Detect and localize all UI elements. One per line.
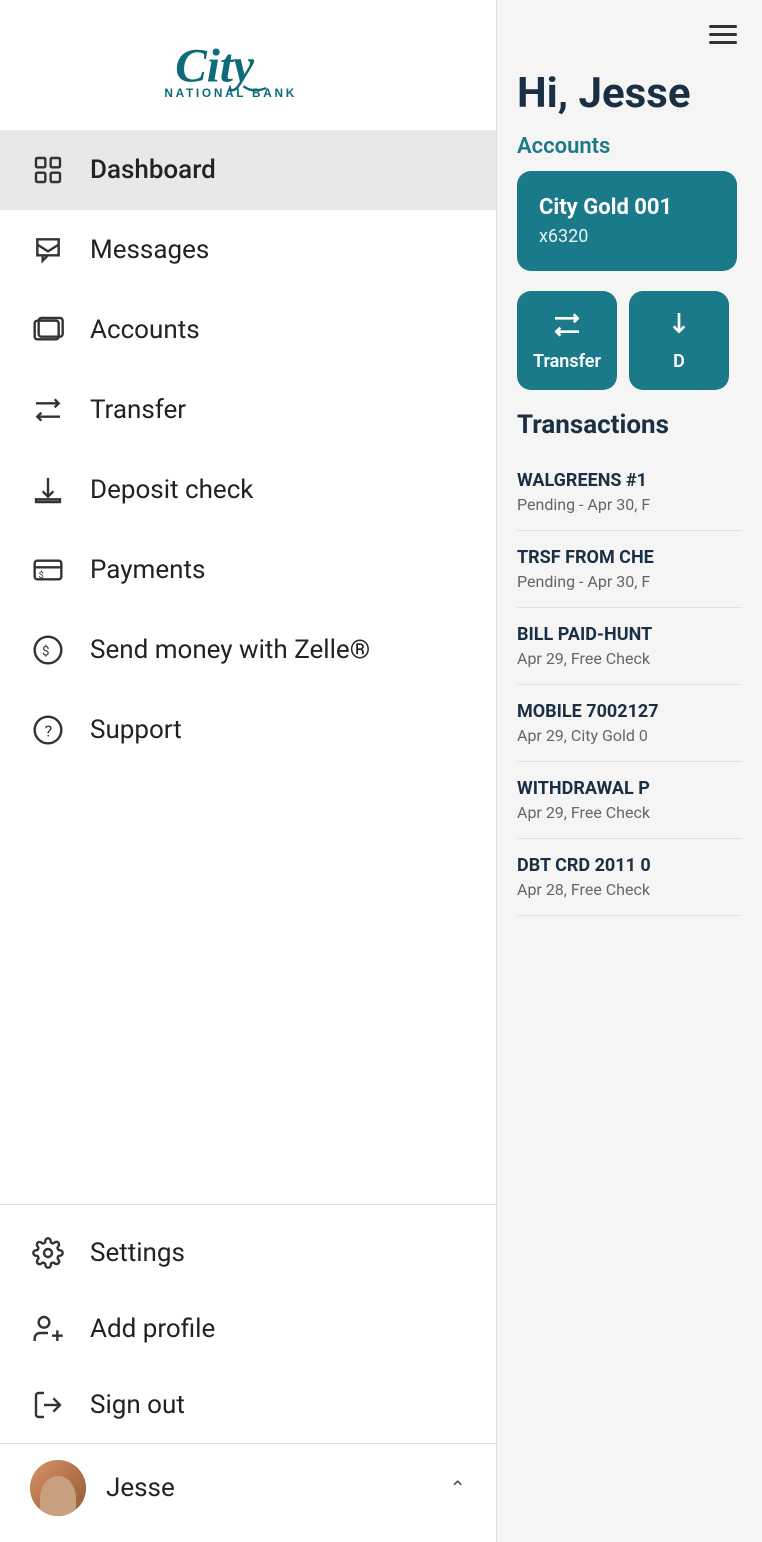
sidebar-item-accounts[interactable]: Accounts: [0, 290, 496, 370]
accounts-section-label: Accounts: [497, 134, 762, 171]
deposit-icon: [30, 472, 66, 508]
sidebar-item-support[interactable]: ? Support: [0, 690, 496, 770]
account-card-name: City Gold 001: [539, 195, 715, 220]
transfer-action-label: Transfer: [533, 351, 601, 372]
sidebar-item-label: Transfer: [90, 395, 186, 425]
transaction-item-4[interactable]: WITHDRAWAL P Apr 29, Free Check: [517, 762, 742, 839]
transaction-detail: Apr 29, City Gold 0: [517, 726, 742, 745]
support-icon: ?: [30, 712, 66, 748]
transaction-item-3[interactable]: MOBILE 7002127 Apr 29, City Gold 0: [517, 685, 742, 762]
transfer-action-button[interactable]: Transfer: [517, 291, 617, 390]
sign-out-icon: [30, 1387, 66, 1423]
logo-area: City NATIONAL BANK: [0, 0, 496, 130]
sidebar-item-label: Add profile: [90, 1314, 215, 1344]
deposit-action-label: D: [673, 351, 685, 372]
zelle-icon: $: [30, 632, 66, 668]
transaction-item-0[interactable]: WALGREENS #1 Pending - Apr 30, F: [517, 454, 742, 531]
accounts-icon: [30, 312, 66, 348]
transaction-name: MOBILE 7002127: [517, 701, 742, 722]
avatar-image: [30, 1460, 86, 1516]
settings-icon: [30, 1235, 66, 1271]
sidebar-item-payments[interactable]: $ Payments: [0, 530, 496, 610]
sidebar-item-label: Accounts: [90, 315, 200, 345]
dashboard-icon: [30, 152, 66, 188]
transaction-detail: Pending - Apr 30, F: [517, 495, 742, 514]
hamburger-line-1: [709, 25, 737, 28]
sidebar-item-add-profile[interactable]: Add profile: [0, 1291, 496, 1367]
user-name: Jesse: [106, 1473, 429, 1503]
sidebar-item-label: Deposit check: [90, 475, 253, 505]
hamburger-line-3: [709, 41, 737, 44]
action-buttons-row: Transfer D: [497, 291, 762, 410]
main-header: [497, 0, 762, 59]
sidebar-item-label: Payments: [90, 555, 205, 585]
sidebar-item-deposit-check[interactable]: Deposit check: [0, 450, 496, 530]
transaction-name: WITHDRAWAL P: [517, 778, 742, 799]
accounts-scroll: City Gold 001 x6320: [497, 171, 762, 291]
account-card[interactable]: City Gold 001 x6320: [517, 171, 737, 271]
hamburger-line-2: [709, 33, 737, 36]
add-profile-icon: [30, 1311, 66, 1347]
transactions-title: Transactions: [517, 410, 742, 440]
sidebar-bottom: Settings Add profile Sign out Jesse ⌃: [0, 1204, 496, 1542]
svg-text:NATIONAL BANK: NATIONAL BANK: [164, 86, 297, 100]
transaction-name: WALGREENS #1: [517, 470, 742, 491]
sidebar-item-label: Support: [90, 715, 182, 745]
sidebar-item-label: Dashboard: [90, 155, 216, 185]
main-nav: Dashboard Messages Accounts Transfer: [0, 130, 496, 1204]
sidebar-item-label: Sign out: [90, 1390, 185, 1420]
sidebar-item-messages[interactable]: Messages: [0, 210, 496, 290]
svg-text:City: City: [175, 41, 255, 93]
sidebar-item-zelle[interactable]: $ Send money with Zelle®: [0, 610, 496, 690]
sidebar-item-transfer[interactable]: Transfer: [0, 370, 496, 450]
sidebar-item-sign-out[interactable]: Sign out: [0, 1367, 496, 1443]
sidebar: City NATIONAL BANK Dashboard Messages: [0, 0, 497, 1542]
city-national-bank-logo: City NATIONAL BANK: [148, 28, 348, 108]
sidebar-item-label: Settings: [90, 1238, 185, 1268]
transaction-item-2[interactable]: BILL PAID-HUNT Apr 29, Free Check: [517, 608, 742, 685]
svg-text:$: $: [42, 644, 50, 659]
transaction-name: TRSF FROM CHE: [517, 547, 742, 568]
main-content: Hi, Jesse Accounts City Gold 001 x6320 T…: [497, 0, 762, 1542]
user-profile-row[interactable]: Jesse ⌃: [0, 1443, 496, 1532]
sidebar-item-label: Messages: [90, 235, 209, 265]
svg-text:$: $: [39, 570, 44, 581]
transaction-detail: Pending - Apr 30, F: [517, 572, 742, 591]
greeting-text: Hi, Jesse: [497, 59, 762, 134]
transaction-detail: Apr 29, Free Check: [517, 649, 742, 668]
deposit-action-icon: [663, 309, 695, 341]
sidebar-item-label: Send money with Zelle®: [90, 635, 370, 665]
transaction-name: DBT CRD 2011 0: [517, 855, 742, 876]
transaction-name: BILL PAID-HUNT: [517, 624, 742, 645]
account-card-number: x6320: [539, 226, 715, 247]
svg-text:?: ?: [45, 722, 53, 741]
chevron-up-icon: ⌃: [449, 1476, 466, 1500]
hamburger-menu-button[interactable]: [704, 20, 742, 49]
payments-icon: $: [30, 552, 66, 588]
transaction-item-5[interactable]: DBT CRD 2011 0 Apr 28, Free Check: [517, 839, 742, 916]
avatar: [30, 1460, 86, 1516]
transactions-section: Transactions WALGREENS #1 Pending - Apr …: [497, 410, 762, 1542]
transfer-icon: [30, 392, 66, 428]
sidebar-item-settings[interactable]: Settings: [0, 1215, 496, 1291]
transaction-detail: Apr 28, Free Check: [517, 880, 742, 899]
transaction-item-1[interactable]: TRSF FROM CHE Pending - Apr 30, F: [517, 531, 742, 608]
transfer-action-icon: [551, 309, 583, 341]
transaction-detail: Apr 29, Free Check: [517, 803, 742, 822]
deposit-action-button[interactable]: D: [629, 291, 729, 390]
messages-icon: [30, 232, 66, 268]
sidebar-item-dashboard[interactable]: Dashboard: [0, 130, 496, 210]
